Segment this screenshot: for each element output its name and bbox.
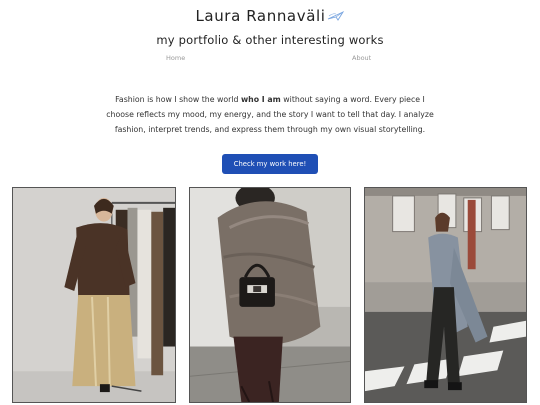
nav-home-link[interactable]: Home (166, 54, 185, 62)
gallery-photo-1[interactable] (12, 187, 176, 403)
intro-text-start: Fashion is how I show the world (115, 94, 241, 104)
site-subtitle: my portfolio & other interesting works (156, 33, 384, 47)
photo-brown-jacket-icon (13, 188, 175, 402)
photo-fur-coat-icon (190, 188, 350, 402)
site-title-text: Laura Rannaväli (195, 7, 326, 25)
nav-about-link[interactable]: About (352, 54, 371, 62)
check-my-work-button[interactable]: Check my work here! (222, 154, 318, 174)
intro-paragraph: Fashion is how I show the world who I am… (103, 92, 437, 137)
intro-emphasis: who I am (240, 94, 281, 104)
airplane-logo-icon (327, 8, 345, 21)
photo-street-crossing-icon (365, 188, 526, 402)
gallery-photo-3[interactable] (364, 187, 527, 403)
gallery-photo-2[interactable] (189, 187, 351, 403)
site-title[interactable]: Laura Rannaväli (0, 7, 540, 25)
